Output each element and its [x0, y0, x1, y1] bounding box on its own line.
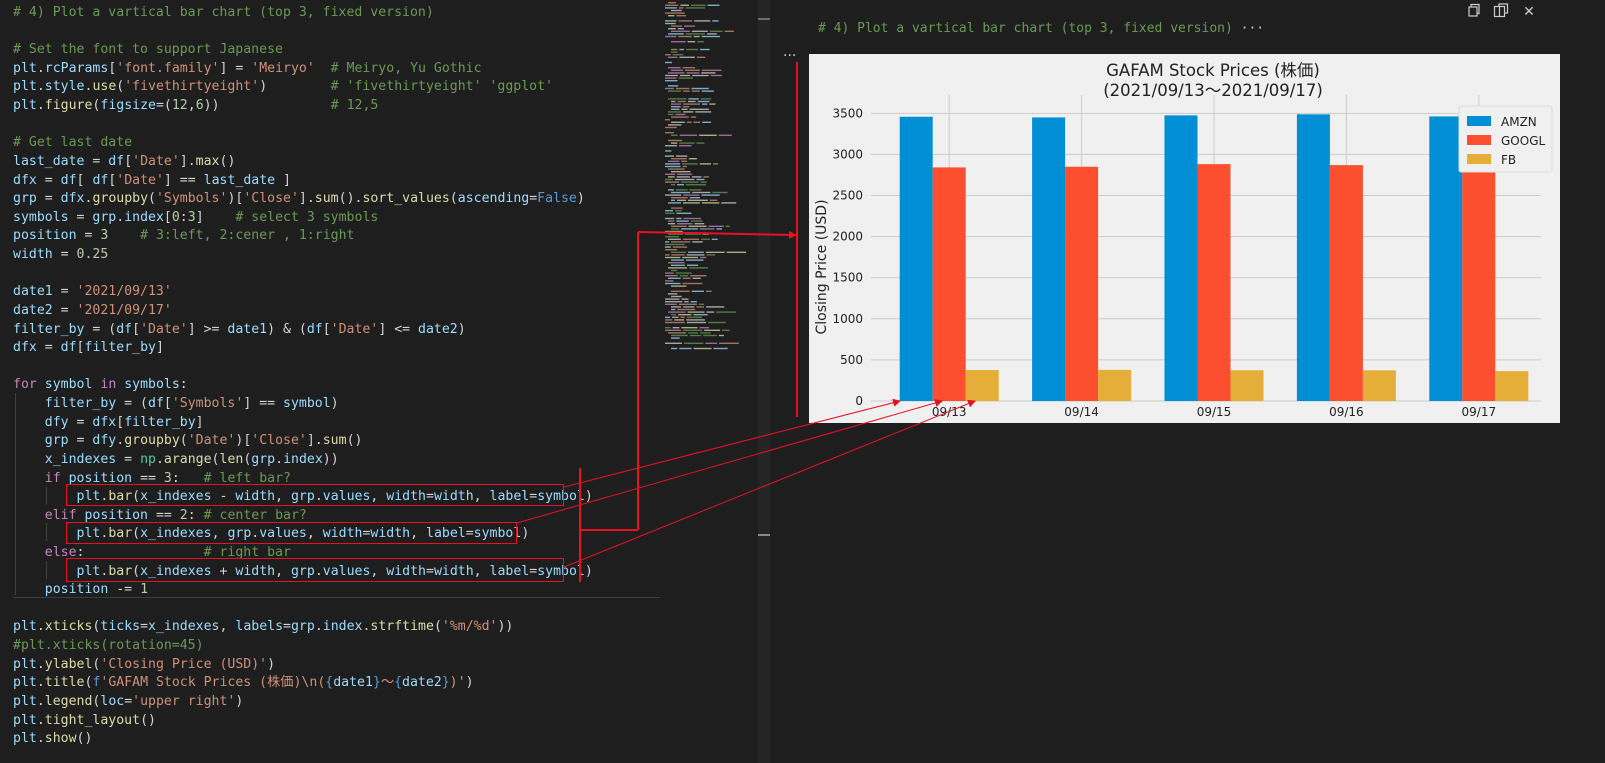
- arrow-to-right-bar: [563, 399, 976, 568]
- arrow-to-left-bar: [563, 398, 901, 488]
- arrow-to-axis: [637, 230, 797, 239]
- arrow-to-center-bar: [516, 399, 943, 524]
- annotation-arrows: [516, 230, 976, 582]
